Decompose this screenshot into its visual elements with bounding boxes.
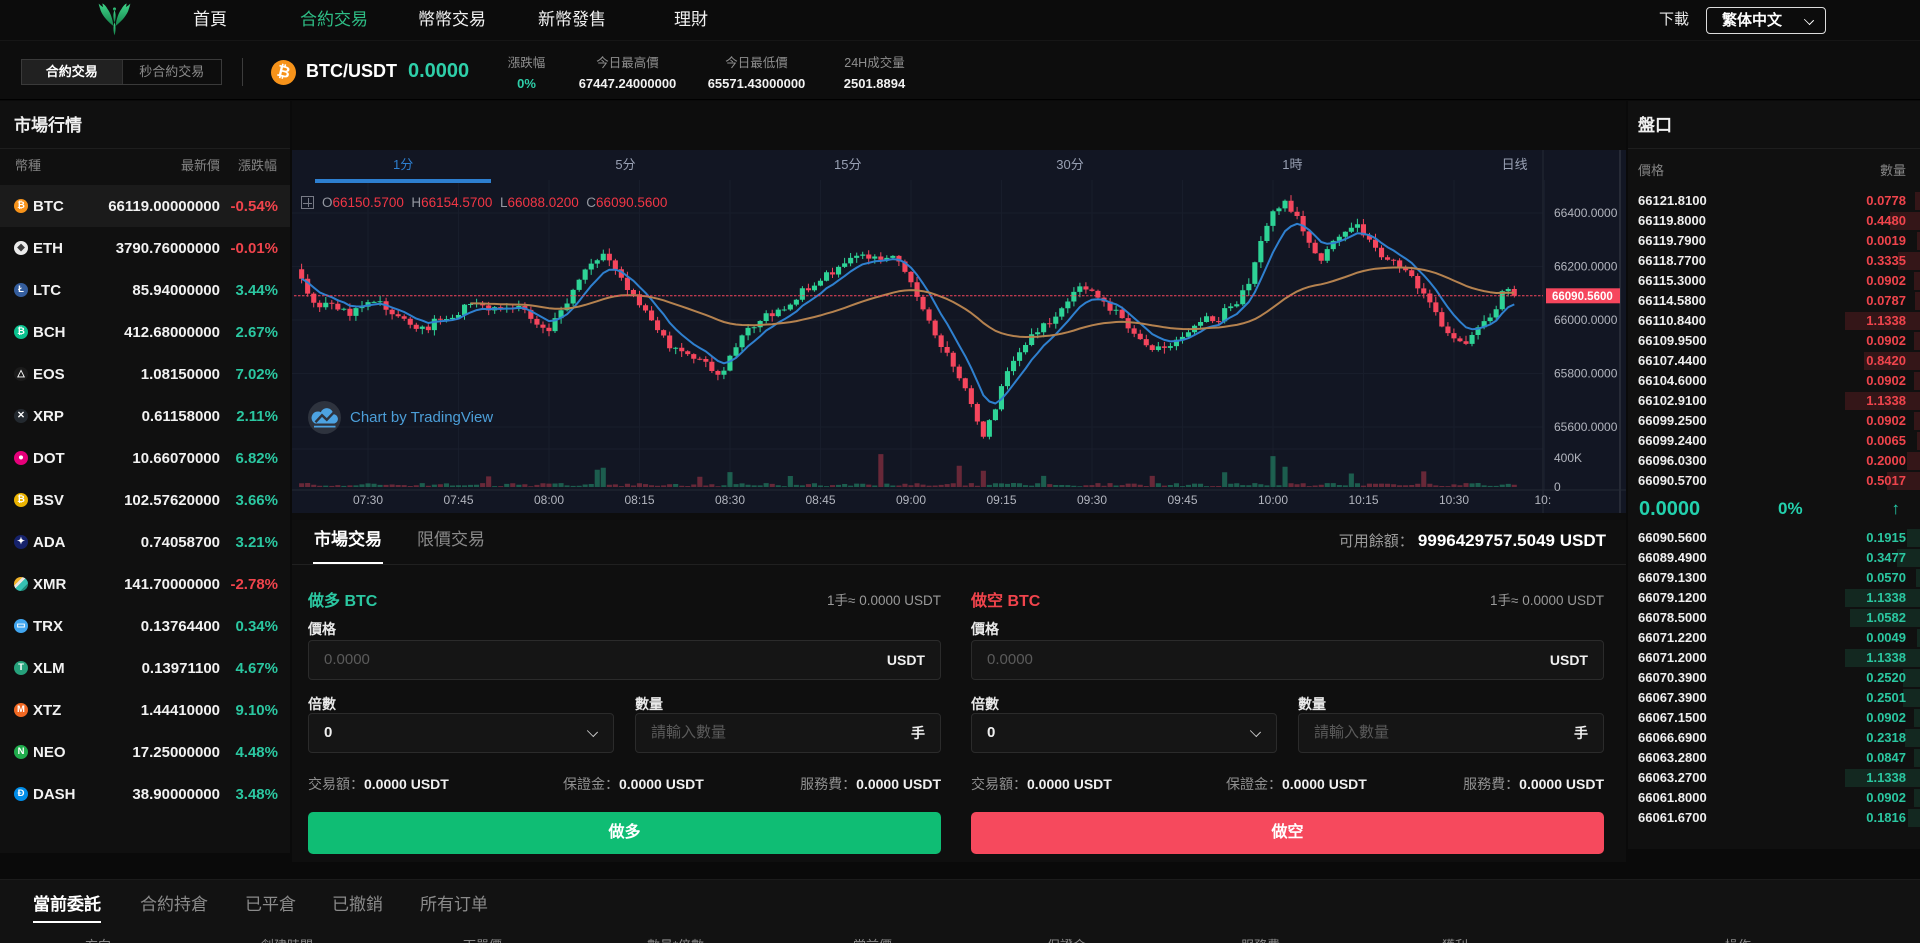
svg-text:09:45: 09:45 bbox=[1167, 493, 1197, 507]
svg-text:10:00: 10:00 bbox=[1258, 493, 1288, 507]
svg-text:07:30: 07:30 bbox=[353, 493, 383, 507]
svg-text:10:: 10: bbox=[1535, 493, 1552, 507]
svg-text:08:00: 08:00 bbox=[534, 493, 564, 507]
svg-text:65600.0000: 65600.0000 bbox=[1554, 420, 1618, 434]
svg-text:400K: 400K bbox=[1554, 451, 1582, 465]
svg-text:66090.5600: 66090.5600 bbox=[1552, 291, 1613, 303]
svg-text:66400.0000: 66400.0000 bbox=[1554, 206, 1618, 220]
svg-text:10:15: 10:15 bbox=[1348, 493, 1378, 507]
svg-text:66000.0000: 66000.0000 bbox=[1554, 313, 1618, 327]
svg-text:07:45: 07:45 bbox=[443, 493, 473, 507]
svg-text:0: 0 bbox=[1554, 480, 1561, 494]
svg-text:66200.0000: 66200.0000 bbox=[1554, 260, 1618, 274]
svg-text:08:45: 08:45 bbox=[805, 493, 835, 507]
svg-text:65800.0000: 65800.0000 bbox=[1554, 367, 1618, 381]
svg-text:09:30: 09:30 bbox=[1077, 493, 1107, 507]
svg-text:09:00: 09:00 bbox=[896, 493, 926, 507]
svg-text:08:30: 08:30 bbox=[715, 493, 745, 507]
svg-text:09:15: 09:15 bbox=[986, 493, 1016, 507]
svg-text:08:15: 08:15 bbox=[624, 493, 654, 507]
svg-text:10:30: 10:30 bbox=[1439, 493, 1469, 507]
